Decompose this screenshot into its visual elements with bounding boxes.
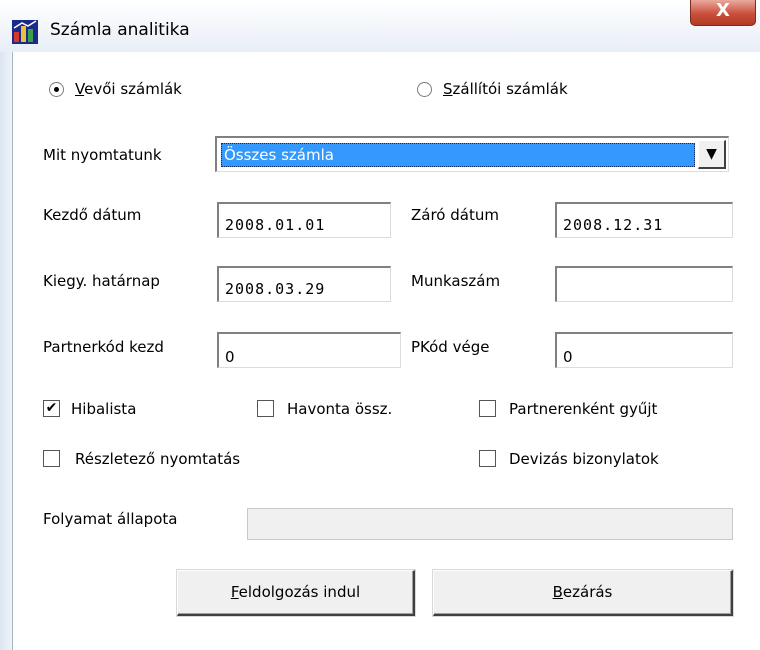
print-what-label: Mit nyomtatunk	[43, 146, 162, 164]
detailed-print-label[interactable]: Részletező nyomtatás	[75, 450, 305, 468]
by-partner-label[interactable]: Partnerenként gyűjt	[509, 400, 657, 418]
close-button[interactable]: Bezárás	[433, 570, 733, 616]
deadline-label: Kiegy. határnap	[43, 272, 160, 290]
detailed-print-checkbox[interactable]	[43, 450, 60, 467]
by-partner-checkbox[interactable]	[479, 400, 496, 417]
monthly-sum-checkbox[interactable]	[257, 400, 274, 417]
window-title: Számla analitika	[50, 20, 190, 40]
progress-label: Folyamat állapota	[43, 510, 178, 528]
radio-customer-label[interactable]: Vevői számlák	[75, 80, 182, 98]
partner-start-label: Partnerkód kezd	[43, 338, 164, 356]
chevron-down-icon[interactable]: ▼	[698, 140, 726, 169]
progress-bar	[247, 508, 733, 540]
end-date-field[interactable]: 2008.12.31	[555, 202, 733, 238]
print-what-select[interactable]: Összes számla ▼	[215, 136, 729, 172]
radio-customer-invoices[interactable]	[49, 82, 64, 97]
monthly-sum-label[interactable]: Havonta össz.	[287, 400, 392, 418]
radio-supplier-invoices[interactable]	[417, 82, 432, 97]
error-list-checkbox[interactable]: ✔	[43, 400, 60, 417]
job-number-label: Munkaszám	[411, 272, 501, 290]
partner-start-field[interactable]: 0	[217, 332, 401, 368]
currency-docs-checkbox[interactable]	[479, 450, 496, 467]
app-icon	[12, 20, 38, 44]
radio-selected-dot	[54, 87, 59, 92]
print-what-selected: Összes számla	[221, 143, 695, 167]
window-frame	[0, 52, 12, 650]
error-list-label[interactable]: Hibalista	[71, 400, 136, 418]
partner-end-field[interactable]: 0	[555, 332, 733, 368]
deadline-field[interactable]: 2008.03.29	[217, 266, 391, 302]
currency-docs-label[interactable]: Devizás bizonylatok	[509, 450, 659, 468]
start-date-field[interactable]: 2008.01.01	[217, 202, 391, 238]
start-processing-button[interactable]: Feldolgozás indul	[177, 570, 415, 616]
dialog-body: Vevői számlák Szállítói számlák Mit nyom…	[12, 52, 760, 650]
title-bar: Számla analitika X	[0, 0, 760, 52]
partner-end-label: PKód vége	[411, 338, 490, 356]
job-number-field[interactable]	[555, 266, 733, 302]
radio-supplier-label[interactable]: Szállítói számlák	[443, 80, 568, 98]
close-icon[interactable]: X	[690, 0, 756, 26]
start-date-label: Kezdő dátum	[43, 206, 142, 224]
end-date-label: Záró dátum	[411, 206, 499, 224]
